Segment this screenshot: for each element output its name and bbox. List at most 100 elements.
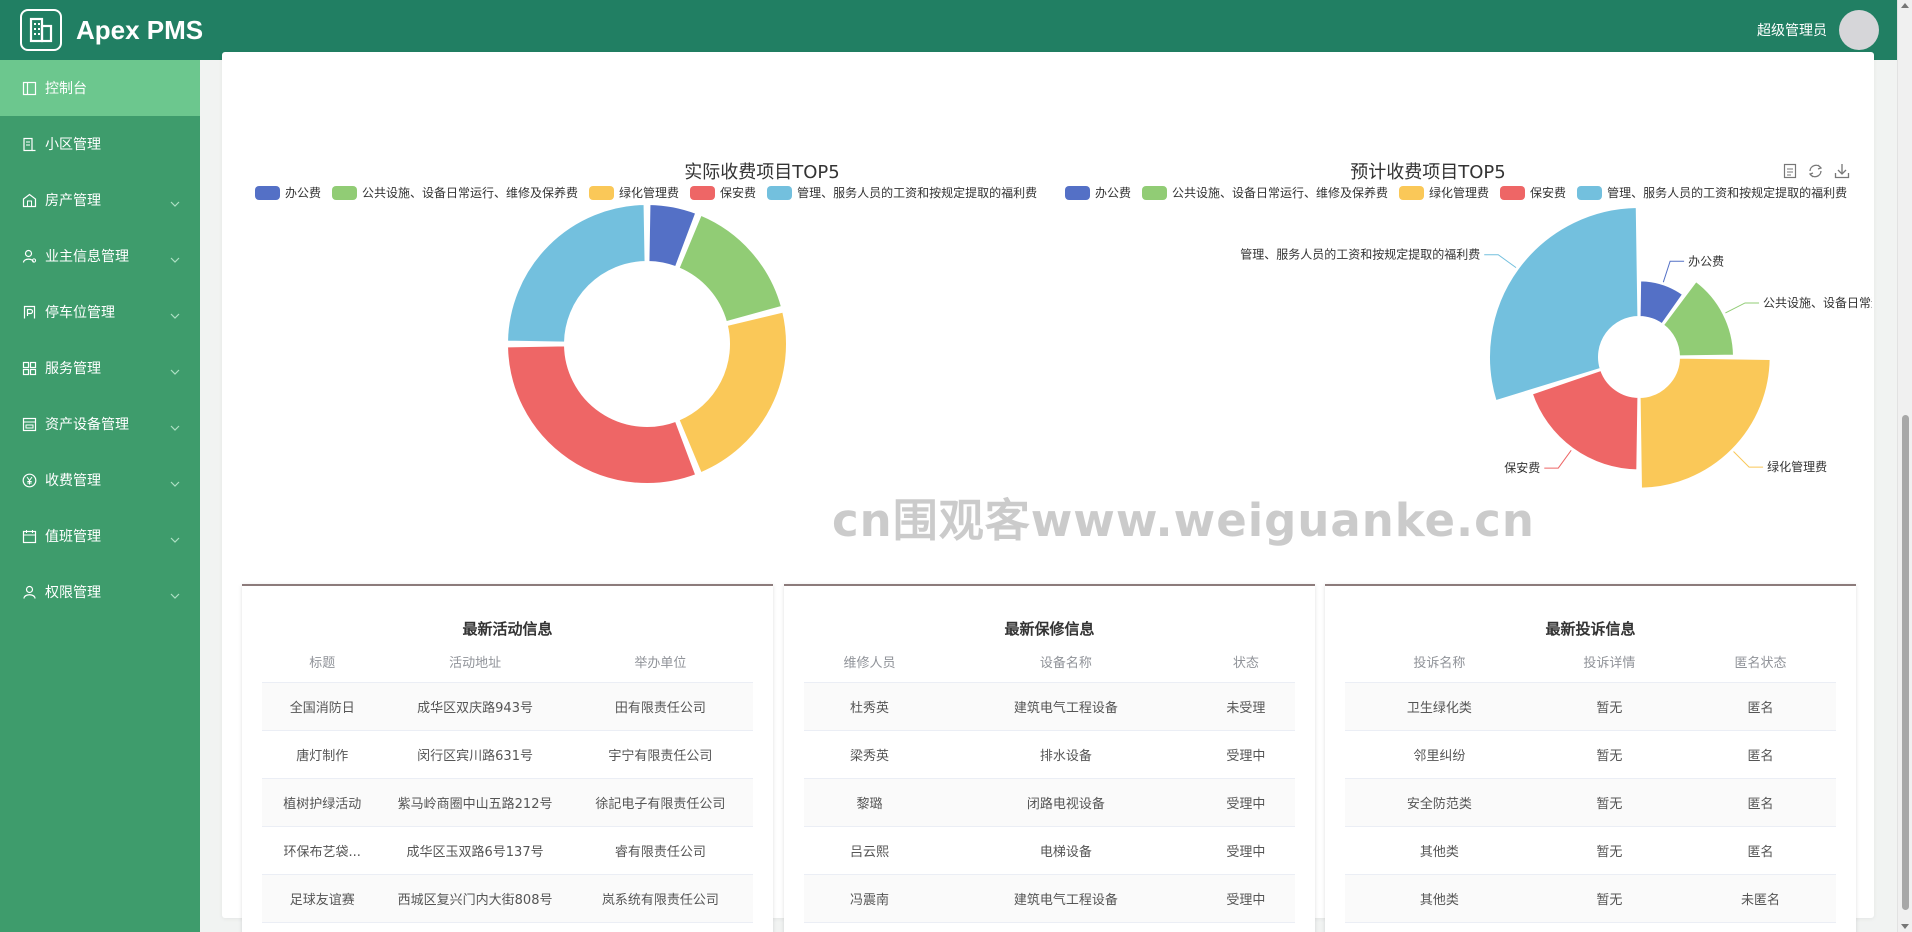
table-cell: 排水设备: [934, 730, 1197, 779]
table-cell: 唐灯制作: [262, 730, 383, 779]
table-cell: 黎璐: [804, 778, 935, 827]
slice-label: 绿化管理费: [1767, 459, 1827, 474]
download-icon[interactable]: [1834, 163, 1850, 179]
rose-slice[interactable]: [1638, 356, 1772, 490]
sidebar-item-label: 业主信息管理: [45, 249, 129, 265]
slice-label: 管理、服务人员的工资和按规定提取的福利费: [1240, 247, 1480, 262]
legend-item[interactable]: 办公费: [1065, 184, 1131, 201]
sidebar-item-label: 小区管理: [45, 137, 101, 153]
table-cell: 电梯设备: [934, 826, 1197, 875]
slice-label: 公共设施、设备日常运行、维修及保养费: [1763, 295, 1872, 310]
user-menu[interactable]: 超级管理员: [1757, 10, 1879, 50]
sidebar: 控制台小区管理房产管理业主信息管理 停车位管理服务管理 资产设备管理 收费管理 值班管理…: [0, 60, 200, 932]
table-cell: 西城区复兴门内大街808号: [382, 874, 568, 923]
sidebar-item-4[interactable]: 停车位管理: [0, 284, 200, 340]
table-cell: 环保布艺袋...: [262, 826, 383, 875]
column-header: 维修人员: [804, 642, 935, 683]
legend-item[interactable]: 公共设施、设备日常运行、维修及保养费: [332, 184, 578, 201]
chart-title-actual: 实际收费项目TOP5: [684, 162, 840, 183]
table-cell: 安全防范类: [1345, 778, 1534, 827]
sidebar-item-5[interactable]: 服务管理: [0, 340, 200, 396]
sidebar-item-6[interactable]: 资产设备管理: [0, 396, 200, 452]
table-row[interactable]: 全国消防日 成华区双庆路943号 田有限责任公司: [262, 682, 753, 731]
legend-item[interactable]: 公共设施、设备日常运行、维修及保养费: [1142, 184, 1388, 201]
table-row[interactable]: 唐灯制作 闵行区宾川路631号 宇宁有限责任公司: [262, 730, 753, 779]
table-cell: 未受理: [1196, 682, 1295, 731]
building-icon: [22, 137, 37, 152]
repairs-title: 最新保修信息: [1004, 620, 1095, 638]
chart-legend-forecast: 办公费 公共设施、设备日常运行、维修及保养费 绿化管理费 保安费 管理、服务人员的工资和…: [1065, 184, 1858, 201]
table-cell: 足球友谊赛: [262, 874, 383, 923]
asset-icon: [22, 417, 37, 432]
parking-icon: [22, 305, 37, 320]
sidebar-item-2[interactable]: 房产管理: [0, 172, 200, 228]
table-row[interactable]: 杜秀英 建筑电气工程设备 未受理: [804, 682, 1295, 731]
table-row[interactable]: 冯震南 建筑电气工程设备 受理中: [804, 874, 1295, 923]
label-leader-line: [1725, 302, 1760, 314]
donut-slice[interactable]: [677, 213, 783, 324]
chevron-down-icon: [170, 252, 180, 268]
scroll-up-arrow-icon[interactable]: [1901, 3, 1909, 8]
sidebar-item-3[interactable]: 业主信息管理: [0, 228, 200, 284]
table-header-row: 标题 活动地址 举办单位: [262, 642, 753, 683]
sidebar-item-label: 停车位管理: [45, 305, 115, 321]
app-title: Apex PMS: [76, 14, 204, 45]
table-cell: 邻里纠纷: [1345, 730, 1534, 779]
main-content: 实际收费项目TOP5 办公费 公共设施、设备日常运行、维修及保养费 绿化管理费 保安费…: [200, 52, 1897, 932]
legend-item[interactable]: 绿化管理费: [1399, 184, 1489, 201]
legend-label: 办公费: [285, 186, 322, 200]
sidebar-item-1[interactable]: 小区管理: [0, 116, 200, 172]
legend-label: 保安费: [1530, 186, 1567, 200]
table-row[interactable]: 其他类 暂无 未匿名: [1345, 874, 1836, 923]
legend-swatch: [1577, 185, 1603, 200]
legend-item[interactable]: 办公费: [255, 184, 321, 201]
table-row[interactable]: 梁秀英 排水设备 受理中: [804, 730, 1295, 779]
avatar[interactable]: [1839, 10, 1879, 50]
building-logo-icon: [20, 9, 62, 51]
brand[interactable]: Apex PMS: [20, 9, 203, 51]
table-row[interactable]: 卫生绿化类 暂无 匿名: [1345, 682, 1836, 731]
table-cell: 其他类: [1345, 874, 1534, 923]
column-header: 匿名状态: [1684, 642, 1836, 683]
column-header: 活动地址: [382, 642, 568, 683]
legend-swatch: [1142, 185, 1168, 200]
table-cell: 全国消防日: [262, 682, 383, 731]
scroll-down-arrow-icon[interactable]: [1901, 924, 1909, 929]
sidebar-item-9[interactable]: 权限管理: [0, 564, 200, 620]
rose-chart-forecast: 办公费公共设施、设备日常运行、维修及保养费绿化管理费 保安费 管理、服务人员的工资和…: [1240, 206, 1872, 490]
table-row[interactable]: 黎璐 闭路电视设备 受理中: [804, 778, 1295, 827]
table-row[interactable]: 邻里纠纷 暂无 匿名: [1345, 730, 1836, 779]
table-row[interactable]: 植树护绿活动 紫马岭商圈中山五路212号 徐記电子有限责任公司: [262, 778, 753, 827]
legend-swatch: [589, 185, 615, 200]
data-view-icon[interactable]: [1783, 163, 1797, 179]
table-row[interactable]: 环保布艺袋... 成华区玉双路6号137号 睿有限责任公司: [262, 826, 753, 875]
table-row[interactable]: 足球友谊赛 西城区复兴门内大街808号 岚系统有限责任公司: [262, 874, 753, 923]
legend-item[interactable]: 绿化管理费: [589, 184, 679, 201]
label-leader-line: [1662, 260, 1685, 283]
sidebar-item-label: 控制台: [45, 81, 87, 97]
donut-slice[interactable]: [677, 310, 788, 475]
activities-table: 标题 活动地址 举办单位 全国消防日 成华区双庆路943号 田有限责任公司 唐灯制作 闵行区宾…: [262, 642, 753, 923]
table-cell: 受理中: [1196, 730, 1295, 779]
table-row[interactable]: 安全防范类 暂无 匿名: [1345, 778, 1836, 827]
label-leader-line: [1733, 451, 1764, 468]
legend-label: 公共设施、设备日常运行、维修及保养费: [1172, 186, 1389, 200]
vertical-scrollbar[interactable]: [1897, 0, 1912, 932]
sidebar-item-8[interactable]: 值班管理: [0, 508, 200, 564]
sidebar-item-0[interactable]: 控制台: [0, 60, 200, 116]
table-row[interactable]: 其他类 暂无 匿名: [1345, 826, 1836, 875]
rose-slice[interactable]: [1488, 206, 1640, 403]
legend-item[interactable]: 保安费: [1500, 184, 1566, 201]
donut-slice[interactable]: [506, 344, 698, 485]
slice-label: 保安费: [1504, 460, 1540, 475]
sidebar-item-7[interactable]: 收费管理: [0, 452, 200, 508]
scrollbar-thumb[interactable]: [1902, 415, 1909, 910]
legend-item[interactable]: 保安费: [690, 184, 756, 201]
chevron-down-icon: [170, 588, 180, 604]
donut-slice[interactable]: [506, 204, 647, 344]
table-row[interactable]: 吕云熙 电梯设备 受理中: [804, 826, 1295, 875]
legend-item[interactable]: 管理、服务人员的工资和按规定提取的福利费: [767, 184, 1037, 201]
legend-swatch: [1500, 185, 1526, 200]
restore-icon[interactable]: [1807, 163, 1824, 179]
legend-item[interactable]: 管理、服务人员的工资和按规定提取的福利费: [1577, 184, 1847, 201]
